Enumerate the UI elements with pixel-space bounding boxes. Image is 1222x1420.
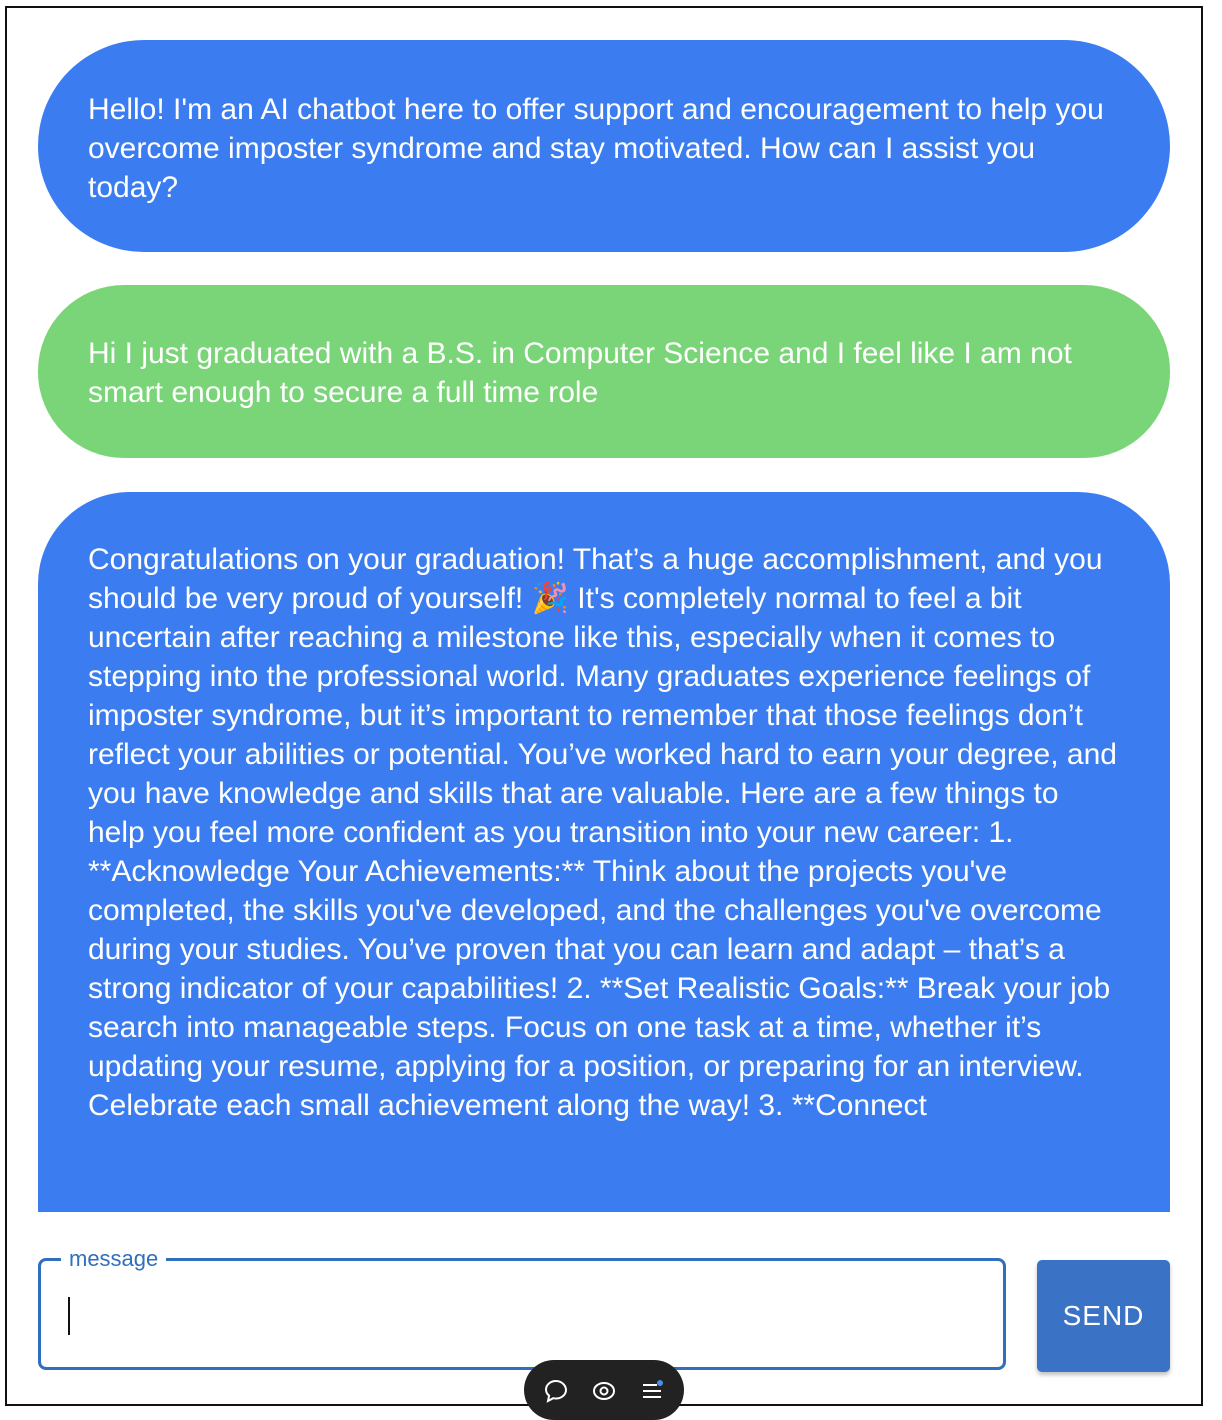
text-caret <box>68 1297 70 1335</box>
eye-icon[interactable] <box>591 1378 617 1404</box>
message-input[interactable] <box>65 1291 969 1339</box>
message-list[interactable]: Hello! I'm an AI chatbot here to offer s… <box>38 40 1170 1212</box>
message-composer: message <box>38 1246 1006 1372</box>
chat-window: Hello! I'm an AI chatbot here to offer s… <box>5 6 1203 1406</box>
message-field-label: message <box>61 1246 167 1272</box>
bot-message: Congratulations on your graduation! That… <box>38 492 1170 1212</box>
floating-toolbar <box>524 1360 684 1420</box>
message-field[interactable]: message <box>38 1246 1006 1370</box>
user-message: Hi I just graduated with a B.S. in Compu… <box>38 285 1170 458</box>
menu-icon[interactable] <box>639 1378 665 1404</box>
bot-message-text: Congratulations on your graduation! That… <box>88 543 1117 1122</box>
user-message-text: Hi I just graduated with a B.S. in Compu… <box>88 337 1072 409</box>
bot-message: Hello! I'm an AI chatbot here to offer s… <box>38 40 1170 252</box>
send-button[interactable]: SEND <box>1037 1260 1170 1372</box>
comment-icon[interactable] <box>543 1378 569 1404</box>
bot-message-text: Hello! I'm an AI chatbot here to offer s… <box>88 93 1104 204</box>
